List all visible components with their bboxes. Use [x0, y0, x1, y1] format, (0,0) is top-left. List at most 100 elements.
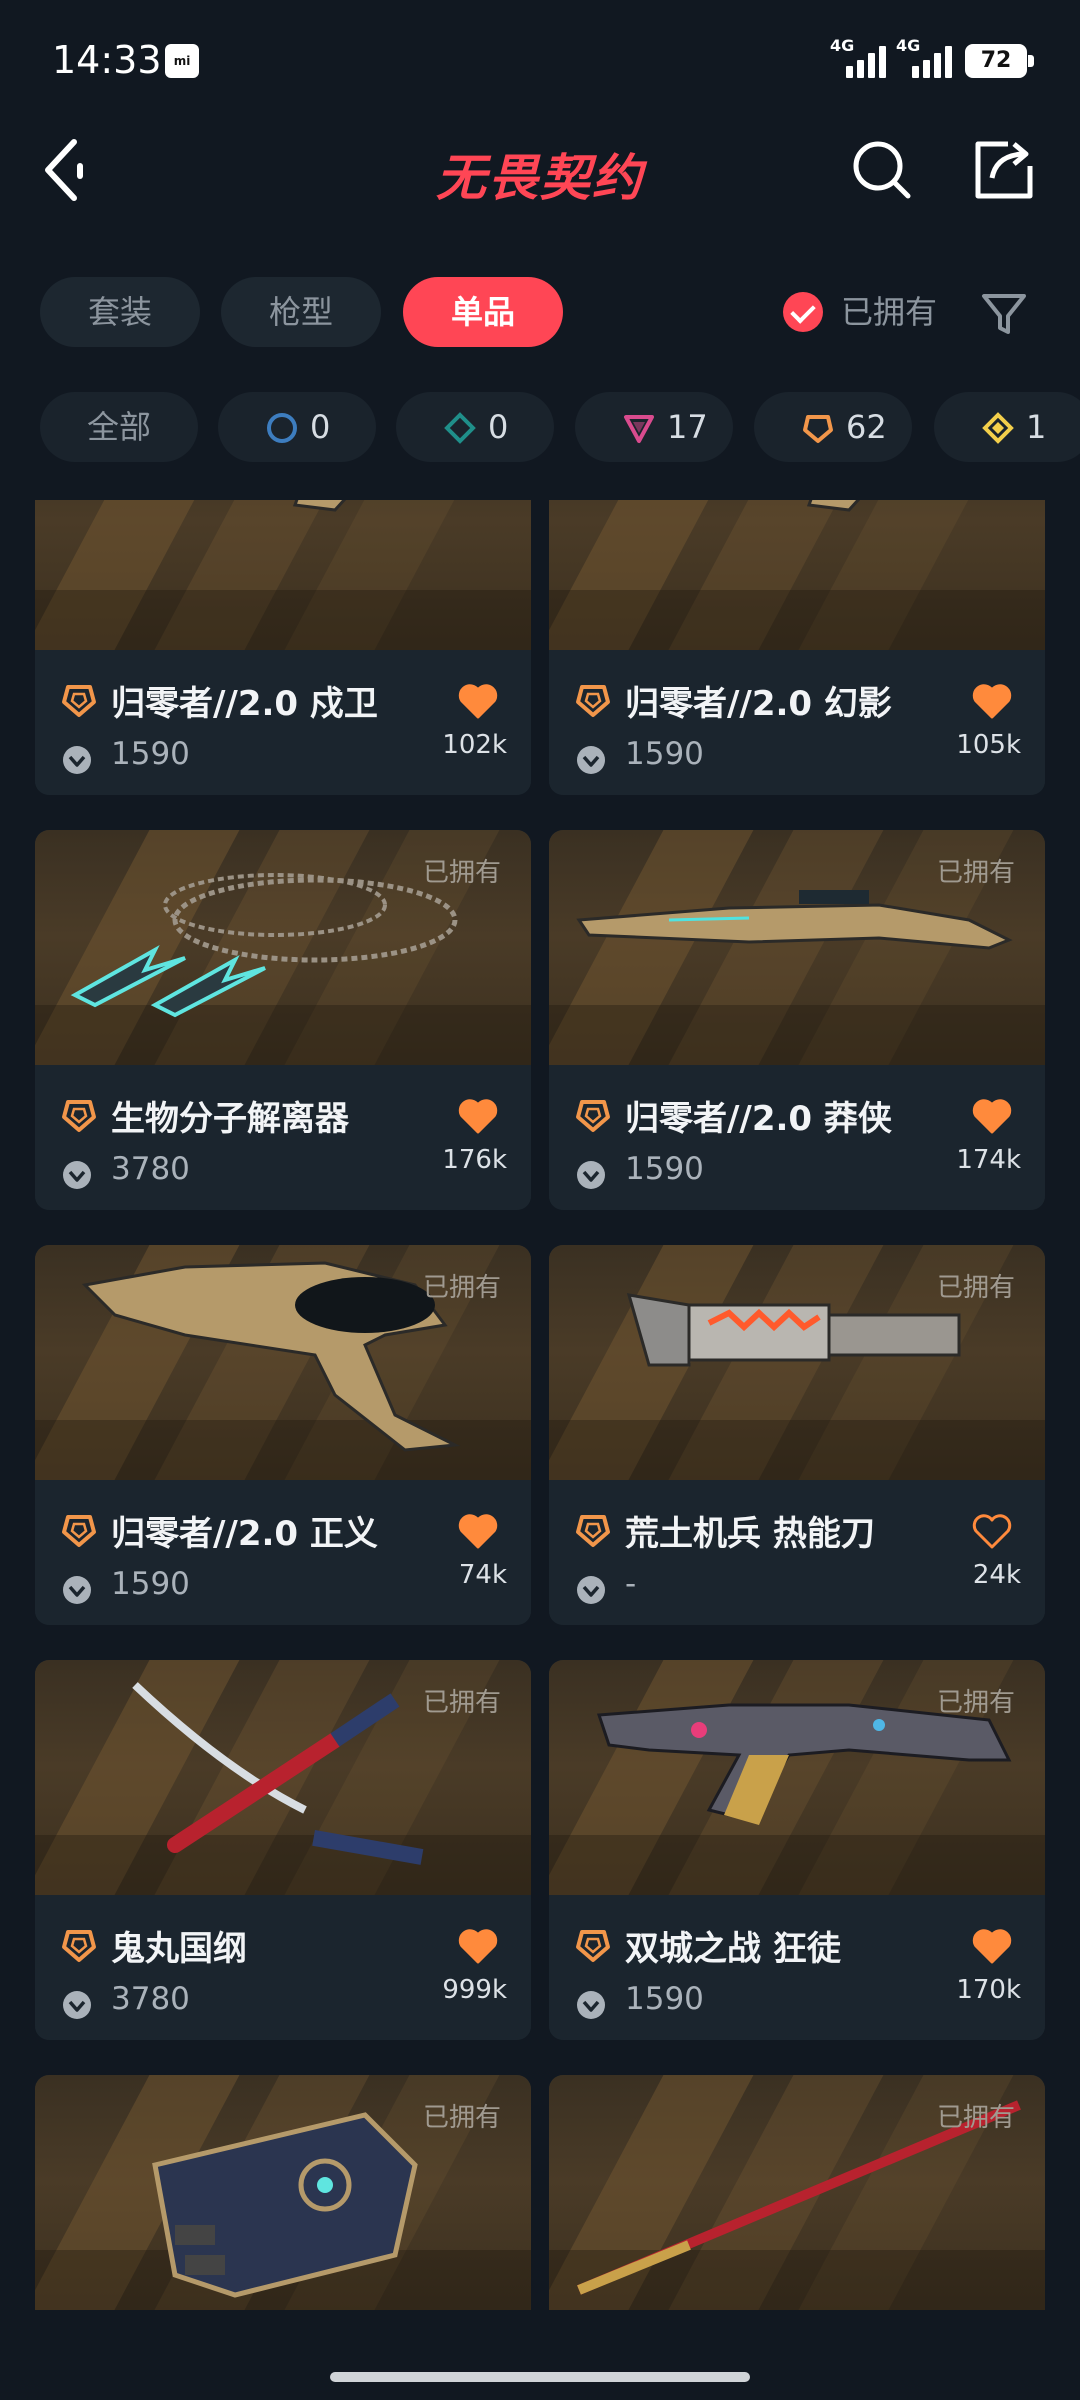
signal-icon: [846, 44, 890, 78]
owned-tag: 已拥有: [422, 858, 501, 888]
skin-artwork: 已拥有: [35, 830, 531, 1065]
skin-artwork: 已拥有: [35, 2075, 531, 2310]
skin-price: 1590: [625, 736, 704, 772]
owned-tag: 已拥有: [422, 2103, 501, 2133]
owned-tag: 已拥有: [422, 1688, 501, 1718]
skin-price: -: [625, 1566, 637, 1602]
skin-card[interactable]: 已拥有荒土机兵 热能刀 - 24k: [549, 1245, 1045, 1625]
skin-card[interactable]: 已拥有归零者//2.0 正义 1590 74k: [35, 1245, 531, 1625]
vp-currency-icon: [61, 1989, 93, 2021]
skin-price: 1590: [625, 1151, 704, 1187]
ultra-tier-icon: [982, 412, 1014, 444]
owned-filter-label: 已拥有: [841, 293, 938, 331]
status-bar: 14:33 mi 4G 4G 72: [0, 0, 1080, 120]
owned-tag: 已拥有: [936, 1688, 1015, 1718]
skin-card[interactable]: 已拥有鬼丸国纲 3780 999k: [35, 1660, 531, 2040]
vp-currency-icon: [575, 1159, 607, 1191]
signal-icon-2: [912, 44, 956, 78]
exclusive-tier-icon: [575, 1512, 611, 1548]
rarity-chip-exclusive[interactable]: 62: [754, 392, 912, 462]
skin-artwork: 已拥有: [35, 1660, 531, 1895]
skin-card[interactable]: 已拥有生物分子解离器 3780 176k: [35, 830, 531, 1210]
rarity-chip-ultra[interactable]: 1: [934, 392, 1080, 462]
heart-icon[interactable]: [457, 1512, 499, 1550]
heart-icon[interactable]: [971, 682, 1013, 720]
rarity-chip-all[interactable]: 全部: [40, 392, 198, 462]
share-icon: [975, 141, 1033, 199]
heart-icon[interactable]: [457, 1927, 499, 1965]
home-indicator[interactable]: [330, 2372, 750, 2382]
skin-artwork: 已拥有: [549, 1660, 1045, 1895]
skin-info: 归零者//2.0 戍卫 1590 102k: [35, 650, 531, 795]
skin-price: 1590: [625, 1981, 704, 2017]
skin-name: 生物分子解离器: [111, 1099, 349, 1139]
vp-currency-icon: [61, 1159, 93, 1191]
skin-name: 归零者//2.0 正义: [111, 1514, 378, 1554]
tab-single-items[interactable]: 单品: [403, 277, 563, 347]
vp-currency-icon: [575, 1989, 607, 2021]
skin-price: 3780: [111, 1981, 190, 2017]
skin-price: 1590: [111, 736, 190, 772]
skin-info: 归零者//2.0 正义 1590 74k: [35, 1480, 531, 1625]
like-count: 24k: [972, 1560, 1021, 1590]
heart-icon[interactable]: [971, 1927, 1013, 1965]
like-count: 174k: [956, 1145, 1021, 1175]
rarity-chip-count: 62: [846, 408, 887, 446]
skin-name: 归零者//2.0 戍卫: [111, 684, 378, 724]
skin-price: 1590: [111, 1566, 190, 1602]
skin-card[interactable]: 已拥有 双城之战 狂徒 1590 170k: [549, 1660, 1045, 2040]
exclusive-tier-icon: [575, 1927, 611, 1963]
select-tier-icon: [267, 413, 297, 443]
heart-icon[interactable]: [457, 682, 499, 720]
owned-tag: 已拥有: [936, 1273, 1015, 1303]
skin-name: 鬼丸国纲: [111, 1929, 247, 1969]
skin-card[interactable]: 归零者//2.0 戍卫 1590 102k: [35, 500, 531, 795]
mi-notification-icon: mi: [165, 44, 199, 78]
exclusive-tier-icon: [61, 1927, 97, 1963]
skin-card[interactable]: 已拥有: [35, 2075, 531, 2310]
rarity-chip-premium[interactable]: 17: [575, 392, 733, 462]
heart-icon[interactable]: [457, 1097, 499, 1135]
rarity-chip-select[interactable]: 0: [218, 392, 376, 462]
exclusive-tier-icon: [61, 682, 97, 718]
skin-artwork: 已拥有: [549, 1245, 1045, 1480]
skin-name: 归零者//2.0 莽侠: [625, 1099, 892, 1139]
exclusive-tier-icon: [61, 1512, 97, 1548]
owned-tag: 已拥有: [936, 2103, 1015, 2133]
like-count: 105k: [956, 730, 1021, 760]
heart-icon[interactable]: [971, 1512, 1013, 1550]
skin-card[interactable]: 已拥有归零者//2.0 莽侠 1590 174k: [549, 830, 1045, 1210]
exclusive-tier-icon: [803, 415, 833, 443]
tab-weapon-types[interactable]: 枪型: [221, 277, 381, 347]
filter-button[interactable]: [980, 290, 1028, 338]
vp-currency-icon: [61, 744, 93, 776]
rarity-chip-count: 0: [488, 408, 509, 446]
skin-info: 荒土机兵 热能刀 - 24k: [549, 1480, 1045, 1625]
owned-tag: 已拥有: [422, 1273, 501, 1303]
share-button[interactable]: [972, 138, 1036, 202]
rarity-chip-count: 1: [1026, 408, 1047, 446]
skin-info: 归零者//2.0 幻影 1590 105k: [549, 650, 1045, 795]
heart-icon[interactable]: [971, 1097, 1013, 1135]
like-count: 176k: [442, 1145, 507, 1175]
exclusive-tier-icon: [61, 1097, 97, 1133]
skin-card[interactable]: 归零者//2.0 幻影 1590 105k: [549, 500, 1045, 795]
like-count: 999k: [442, 1975, 507, 2005]
tab-bundles[interactable]: 套装: [40, 277, 200, 347]
skin-grid: 归零者//2.0 戍卫 1590 102k 归零者//2.0 幻影 1590 105k 已拥…: [0, 500, 1080, 2310]
skin-card[interactable]: 已拥有: [549, 2075, 1045, 2310]
battery-icon: 72: [965, 44, 1034, 78]
checkmark-icon: [783, 292, 823, 332]
like-count: 74k: [458, 1560, 507, 1590]
vp-currency-icon: [575, 1574, 607, 1606]
skin-artwork: [35, 500, 531, 650]
skin-artwork: 已拥有: [549, 830, 1045, 1065]
skin-price: 3780: [111, 1151, 190, 1187]
skin-name: 归零者//2.0 幻影: [625, 684, 892, 724]
search-icon: [853, 141, 911, 199]
skin-name: 荒土机兵 热能刀: [625, 1514, 875, 1554]
rarity-chip-deluxe[interactable]: 0: [396, 392, 554, 462]
search-button[interactable]: [850, 138, 914, 202]
exclusive-tier-icon: [575, 682, 611, 718]
skin-artwork: 已拥有: [35, 1245, 531, 1480]
